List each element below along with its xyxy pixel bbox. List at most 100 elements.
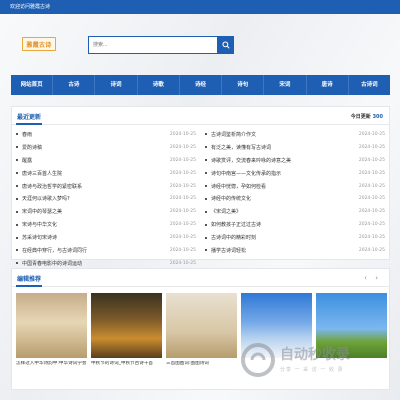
pick-card[interactable]: 怎样过入中华诗韵中:中华诗词学会 xyxy=(16,293,87,367)
pick-image[interactable] xyxy=(16,293,87,358)
nav-item-gushi[interactable]: 古诗 xyxy=(53,75,96,95)
list-item-title[interactable]: 宋词中的琴瑟之美 xyxy=(22,208,160,215)
list-item-title[interactable]: 醒露 xyxy=(22,157,160,164)
list-item-date: 2024-10-25 xyxy=(169,170,196,176)
search-input[interactable] xyxy=(88,36,218,54)
list-item-title[interactable]: 爱酌诗稿 xyxy=(22,144,160,151)
list-item-title[interactable]: 播学古诗词轻松 xyxy=(211,247,349,254)
list-item-title[interactable]: 唐诗与政治哲学的紧密联系 xyxy=(22,183,160,190)
site-logo[interactable]: 雅霞古诗 xyxy=(22,37,56,51)
main-nav: 网站首页 古诗 诗词 诗歌 诗经 诗句 宋词 唐诗 古诗词 xyxy=(11,75,390,95)
list-item-title[interactable]: 苏采诗句宋诗诗 xyxy=(22,234,160,241)
today-updates-count: 300 xyxy=(372,114,383,120)
list-item-title[interactable]: 诗句中南宫——文化传承的指示 xyxy=(211,170,349,177)
list-item-date: 2024-10-25 xyxy=(169,144,196,150)
list-item-date: 2024-10-25 xyxy=(358,170,385,176)
list-item-date: 2024-10-25 xyxy=(169,247,196,253)
list-item[interactable]: 诗句中南宫——文化传承的指示 2024-10-25 xyxy=(205,167,385,180)
list-item-title[interactable]: 《宋词之美》 xyxy=(211,208,349,215)
list-item[interactable]: 宋诗与中华文化 2024-10-25 xyxy=(16,218,196,231)
list-item-title[interactable]: 古诗词中的精彩时刻 xyxy=(211,234,349,241)
editor-picks-header: 编辑推荐 xyxy=(12,269,389,287)
search-button[interactable] xyxy=(218,36,234,54)
pick-image[interactable] xyxy=(91,293,162,358)
list-item-title[interactable]: 如何教孩子正过过古诗 xyxy=(211,221,349,228)
list-item-title[interactable]: 宋诗与中华文化 xyxy=(22,221,160,228)
list-item-date: 2024-10-25 xyxy=(358,196,385,202)
list-item-title[interactable]: 有泛之美，读懂有写古诗词 xyxy=(211,144,349,151)
bullet-icon xyxy=(16,133,18,136)
list-item-date: 2024-10-25 xyxy=(169,196,196,202)
bullet-icon xyxy=(16,249,18,252)
watermark: 自动秒收录 分享 一 采 访 一 收 录 xyxy=(236,340,386,380)
nav-item-shijing[interactable]: 诗经 xyxy=(180,75,223,95)
bullet-icon xyxy=(205,159,207,162)
bullet-icon xyxy=(16,146,18,149)
pick-caption[interactable]: 三首图图词:图图诗词 xyxy=(166,361,237,367)
pick-image[interactable] xyxy=(166,293,237,358)
list-item-title[interactable]: 唐诗三百首人生院 xyxy=(22,170,160,177)
list-item[interactable]: 古诗词鉴析简介作文 2024-10-25 xyxy=(205,128,385,141)
list-item[interactable]: 如何教孩子正过过古诗 2024-10-25 xyxy=(205,218,385,231)
list-item[interactable]: 古诗词中的精彩时刻 2024-10-25 xyxy=(205,231,385,244)
list-item-date: 2024-10-25 xyxy=(358,131,385,137)
editor-picks-title: 编辑推荐 xyxy=(17,276,42,283)
list-item-date: 2024-10-25 xyxy=(169,260,196,266)
list-item[interactable]: 诗经中恍惚，孕如何检看 2024-10-25 xyxy=(205,180,385,193)
list-item-title[interactable]: 在经典中穿行，与古诗词同行 xyxy=(22,247,160,254)
list-item[interactable]: 爱酌诗稿 2024-10-25 xyxy=(16,141,196,154)
list-item-title[interactable]: 天涯何以诗歌入梦吗? xyxy=(22,195,160,202)
bullet-icon xyxy=(205,223,207,226)
list-item[interactable]: 诗歌赏评，交流春来吟咏的诗意之美 2024-10-25 xyxy=(205,154,385,167)
list-item[interactable]: 宋词中的琴瑟之美 2024-10-25 xyxy=(16,205,196,218)
list-item-date: 2024-10-25 xyxy=(358,157,385,163)
list-item[interactable]: 醒露 2024-10-25 xyxy=(16,154,196,167)
bullet-icon xyxy=(16,223,18,226)
watermark-logo-icon xyxy=(241,343,275,377)
list-item[interactable]: 唐诗三百首人生院 2024-10-25 xyxy=(16,167,196,180)
welcome-text: 欢迎访问雅霞古诗 xyxy=(10,4,51,10)
bullet-icon xyxy=(16,210,18,213)
today-updates: 今日更新 300 xyxy=(351,113,383,120)
bullet-icon xyxy=(205,185,207,187)
list-item[interactable]: 有泛之美，读懂有写古诗词 2024-10-25 xyxy=(205,141,385,154)
latest-list-left: 春雨 2024-10-25 爱酌诗稿 2024-10-25 醒露 2024-10-25… xyxy=(16,128,196,270)
list-item-date: 2024-10-25 xyxy=(358,222,385,228)
list-item-title[interactable]: 古诗词鉴析简介作文 xyxy=(211,131,349,138)
list-item[interactable]: 播学古诗词轻松 2024-10-25 xyxy=(205,244,385,257)
bullet-icon xyxy=(16,262,18,265)
list-item-title[interactable]: 诗歌赏评，交流春来吟咏的诗意之美 xyxy=(211,157,349,164)
bullet-icon xyxy=(205,133,207,136)
nav-item-songci[interactable]: 宋词 xyxy=(264,75,307,95)
list-item[interactable]: 天涯何以诗歌入梦吗? 2024-10-25 xyxy=(16,192,196,205)
list-item-title[interactable]: 诗经中的传统文化 xyxy=(211,195,349,202)
nav-item-shiju[interactable]: 诗句 xyxy=(222,75,265,95)
list-item[interactable]: 春雨 2024-10-25 xyxy=(16,128,196,141)
pick-card[interactable]: 三首图图词:图图诗词 xyxy=(166,293,237,367)
bullet-icon xyxy=(16,185,18,187)
pick-card[interactable]: 中秋节的诗词_中秋节古诗十首 xyxy=(91,293,162,367)
nav-item-shige[interactable]: 诗歌 xyxy=(138,75,180,95)
list-item-title[interactable]: 中国青春电影中的诗词运动 xyxy=(22,260,160,267)
bullet-icon xyxy=(205,172,207,175)
bullet-icon xyxy=(16,172,18,175)
nav-item-gushici[interactable]: 古诗词 xyxy=(349,75,390,95)
list-item-date: 2024-10-25 xyxy=(169,209,196,215)
list-item-date: 2024-10-25 xyxy=(358,247,385,253)
pick-caption[interactable]: 中秋节的诗词_中秋节古诗十首 xyxy=(91,361,162,367)
bullet-icon xyxy=(16,159,18,162)
nav-item-home[interactable]: 网站首页 xyxy=(11,75,54,95)
list-item-date: 2024-10-25 xyxy=(358,144,385,150)
nav-item-shici[interactable]: 诗词 xyxy=(95,75,138,95)
list-item[interactable]: 诗经中的传统文化 2024-10-25 xyxy=(205,192,385,205)
list-item[interactable]: 《宋词之美》 2024-10-25 xyxy=(205,205,385,218)
list-item[interactable]: 苏采诗句宋诗诗 2024-10-25 xyxy=(16,231,196,244)
list-item-title[interactable]: 诗经中恍惚，孕如何检看 xyxy=(211,183,349,190)
pick-caption[interactable]: 怎样过入中华诗韵中:中华诗词学会 xyxy=(16,361,87,367)
nav-item-tangshi[interactable]: 唐诗 xyxy=(307,75,349,95)
list-item-title[interactable]: 春雨 xyxy=(22,131,160,138)
list-item[interactable]: 在经典中穿行，与古诗词同行 2024-10-25 xyxy=(16,244,196,257)
carousel-arrows[interactable]: ‹ › xyxy=(364,274,381,282)
list-item[interactable]: 唐诗与政治哲学的紧密联系 2024-10-25 xyxy=(16,180,196,193)
latest-updates-title: 最近更新 xyxy=(17,114,42,121)
